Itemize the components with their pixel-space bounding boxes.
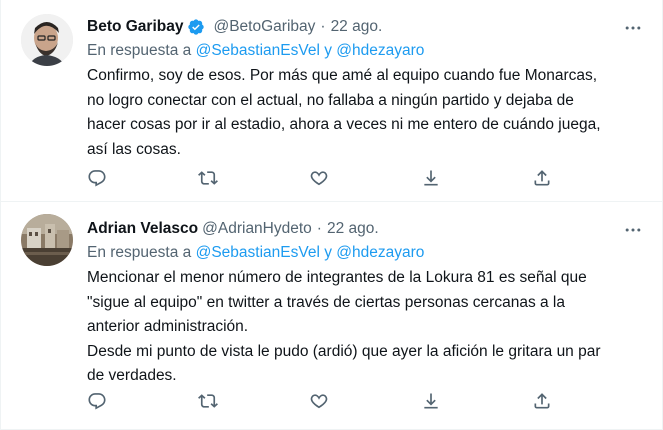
- avatar-photo: [21, 214, 73, 266]
- retweet-icon[interactable]: [196, 389, 220, 413]
- author-handle[interactable]: @AdrianHydeto: [202, 220, 312, 238]
- more-icon[interactable]: [622, 219, 644, 241]
- tweet-text-line: hacer cosas por ir al estadio, ahora a v…: [87, 116, 601, 133]
- reply-icon[interactable]: [85, 166, 109, 190]
- tweet[interactable]: Beto Garibay @BetoGaribay · 22 ago. En r…: [1, 0, 662, 202]
- reply-prefix: En respuesta a: [87, 42, 192, 59]
- tweet-date[interactable]: 22 ago.: [327, 220, 379, 238]
- author-name[interactable]: Adrian Velasco: [87, 220, 198, 238]
- more-icon[interactable]: [622, 17, 644, 39]
- verified-badge-icon: [187, 18, 205, 36]
- tweet-text-line: así las cosas.: [87, 140, 181, 158]
- like-icon[interactable]: [307, 166, 331, 190]
- tweet-actions: [85, 389, 555, 413]
- share-icon[interactable]: [530, 166, 554, 190]
- tweet-header: Adrian Velasco @AdrianHydeto · 22 ago.: [87, 218, 379, 240]
- separator-dot: ·: [316, 220, 322, 237]
- retweet-icon[interactable]: [196, 166, 220, 190]
- reply-prefix: En respuesta a: [87, 244, 192, 261]
- avatar[interactable]: [21, 14, 73, 66]
- tweet[interactable]: Adrian Velasco @AdrianHydeto · 22 ago. E…: [1, 202, 662, 430]
- share-icon[interactable]: [530, 389, 554, 413]
- avatar-photo: [21, 14, 73, 66]
- separator-dot: ·: [320, 18, 326, 35]
- author-handle[interactable]: @BetoGaribay: [213, 18, 315, 36]
- tweet-text-line: de verdades.: [87, 367, 177, 384]
- download-icon[interactable]: [419, 389, 443, 413]
- reply-mentions[interactable]: @SebastianEsVel y @hdezayaro: [196, 244, 425, 261]
- timeline: Beto Garibay @BetoGaribay · 22 ago. En r…: [0, 0, 663, 430]
- avatar[interactable]: [21, 214, 73, 266]
- tweet-date[interactable]: 22 ago.: [331, 18, 383, 36]
- tweet-text-line: Confirmo, soy de esos. Por más que amé a…: [87, 67, 598, 84]
- tweet-actions: [85, 166, 555, 190]
- tweet-text-line: "sigue al equipo" en twitter a través de…: [87, 293, 565, 311]
- tweet-text: Mencionar el menor número de integrantes…: [87, 266, 642, 389]
- tweet-text-line: no logro conectar con el actual, no fall…: [87, 91, 574, 109]
- tweet-header: Beto Garibay @BetoGaribay · 22 ago.: [87, 16, 382, 38]
- tweet-text-line: anterior administración.: [87, 318, 249, 335]
- tweet-text-line: Mencionar el menor número de integrantes…: [87, 269, 587, 286]
- download-icon[interactable]: [419, 166, 443, 190]
- reply-context: En respuesta a @SebastianEsVel y @hdezay…: [87, 244, 424, 262]
- tweet-text: Confirmo, soy de esos. Por más que amé a…: [87, 64, 642, 162]
- author-name[interactable]: Beto Garibay: [87, 18, 183, 36]
- reply-mentions[interactable]: @SebastianEsVel y @hdezayaro: [196, 42, 425, 59]
- reply-icon[interactable]: [85, 389, 109, 413]
- tweet-text-line: Desde mi punto de vista le pudo (ardió) …: [87, 342, 601, 360]
- reply-context: En respuesta a @SebastianEsVel y @hdezay…: [87, 42, 424, 60]
- like-icon[interactable]: [307, 389, 331, 413]
